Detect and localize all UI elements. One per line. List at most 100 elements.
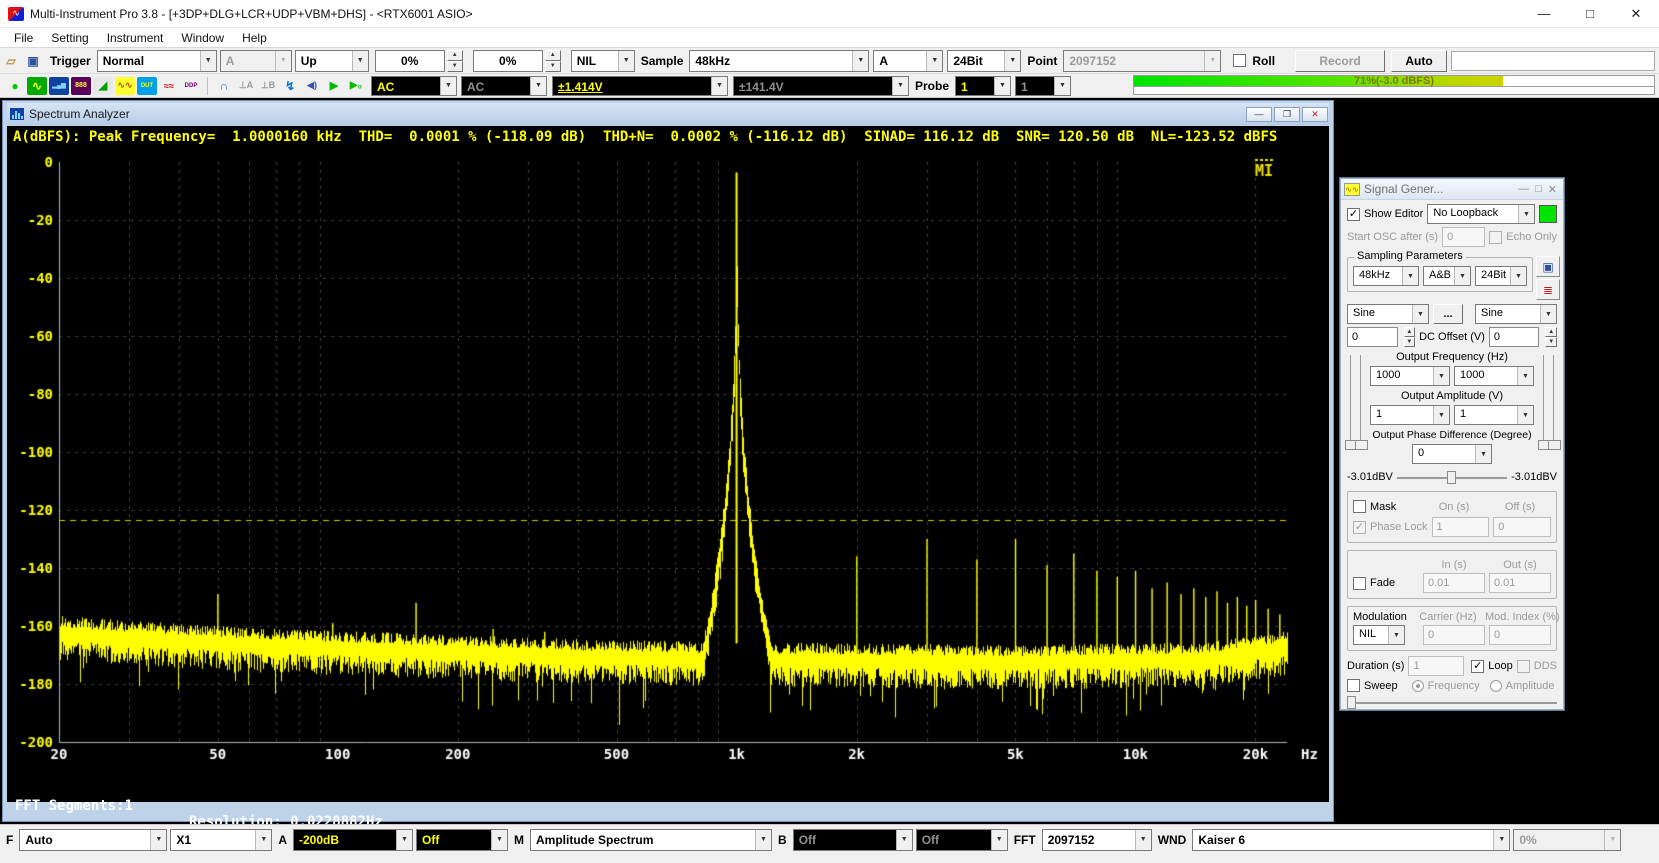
restore-icon[interactable]: ❐: [1274, 107, 1300, 122]
chevron-down-icon: ▼: [711, 77, 727, 95]
sample-bits-select[interactable]: 24Bit▼: [947, 50, 1021, 72]
phase-difference-select[interactable]: 0▼: [1412, 444, 1492, 464]
chevron-down-icon: ▼: [1518, 205, 1534, 223]
range-a-select[interactable]: ±1.414V▼: [552, 76, 728, 96]
menu-item-instrument[interactable]: Instrument: [99, 29, 172, 47]
chevron-down-icon: ▼: [755, 830, 771, 850]
menu-item-file[interactable]: File: [6, 29, 41, 47]
frequency-axis-select[interactable]: Auto▼: [19, 829, 167, 851]
spectrum-plot[interactable]: [7, 150, 1329, 778]
minimize-icon[interactable]: —: [1521, 0, 1567, 27]
reference-a-icon[interactable]: ⊥A: [236, 77, 256, 95]
auto-button[interactable]: Auto: [1391, 50, 1447, 72]
spectrum-analyzer-icon[interactable]: ▂▄▆: [49, 77, 69, 95]
spectrum-3d-plot-icon[interactable]: ◢: [93, 77, 113, 95]
menu-item-window[interactable]: Window: [173, 29, 232, 47]
toolbar-separator: [207, 77, 208, 95]
close-icon[interactable]: ✕: [1302, 107, 1328, 122]
sound-output-icon[interactable]: ◀): [302, 77, 322, 95]
ddp-viewer-icon[interactable]: DDP: [181, 77, 201, 95]
alarm-icon[interactable]: ∩: [214, 77, 234, 95]
amplitude-slider-a1[interactable]: [1350, 355, 1351, 450]
fade-checkbox[interactable]: [1353, 577, 1366, 590]
trigger-delay-stepper[interactable]: 0% ▲▼: [473, 50, 561, 72]
minimize-icon[interactable]: —: [1518, 183, 1529, 196]
trigger-edge-select[interactable]: Up▼: [295, 50, 369, 72]
reference-b-icon[interactable]: ⊥B: [258, 77, 278, 95]
a-reference-select[interactable]: Off▼: [416, 829, 508, 851]
sample-rate-select[interactable]: 48kHz▼: [689, 50, 869, 72]
b-range-select: Off▼: [793, 829, 913, 851]
echo-only-label: Echo Only: [1506, 231, 1557, 243]
window-function-select[interactable]: Kaiser 6▼: [1192, 829, 1510, 851]
math-label: M: [514, 833, 524, 847]
trigger-level-stepper[interactable]: 0% ▲▼: [375, 50, 463, 72]
spectrum-titlebar[interactable]: Spectrum Analyzer — ❐ ✕: [7, 103, 1329, 125]
amplitude-a-select[interactable]: 1▼: [1370, 405, 1450, 425]
sweep-checkbox[interactable]: [1347, 679, 1360, 692]
signal-generator-titlebar[interactable]: ∿∿ Signal Gener... — □ ✕: [1341, 179, 1563, 200]
amplitude-slider-b2[interactable]: [1553, 355, 1554, 450]
more-waveform-button[interactable]: ...: [1433, 304, 1463, 324]
coupling-a-select[interactable]: AC▼: [371, 76, 457, 96]
sample-label: Sample: [641, 54, 684, 68]
trigger-filter-select[interactable]: NIL▼: [571, 50, 635, 72]
sg-bits-select[interactable]: 24Bit▼: [1475, 266, 1527, 286]
start-stop-icon[interactable]: ●: [5, 77, 25, 95]
save-signal-icon[interactable]: ▣: [1536, 256, 1560, 277]
minimize-icon[interactable]: —: [1246, 107, 1272, 122]
dc-offset-a-stepper[interactable]: ▲▼: [1404, 327, 1416, 347]
sampling-parameters-group: Sampling Parameters 48kHz▼ A&B▼ 24Bit▼: [1347, 257, 1533, 292]
fft-size-select[interactable]: 2097152▼: [1042, 829, 1152, 851]
amplitude-slider-b1[interactable]: [1543, 355, 1544, 450]
maximize-icon[interactable]: □: [1535, 183, 1542, 196]
sample-channel-select[interactable]: A▼: [873, 50, 943, 72]
fade-out-field: 0.01: [1489, 573, 1551, 593]
dc-offset-a-field[interactable]: 0: [1347, 327, 1398, 347]
toolbar-view-fft: F Auto▼ X1▼ A -200dB▼ Off▼ M Amplitude S…: [0, 824, 1659, 854]
menu-item-help[interactable]: Help: [234, 29, 275, 47]
roll-checkbox[interactable]: [1233, 54, 1246, 67]
save-icon[interactable]: ▣: [23, 52, 43, 70]
signal-generator-icon[interactable]: ∿∿: [115, 77, 135, 95]
amplitude-slider-a2[interactable]: [1360, 355, 1361, 450]
loop-checkbox[interactable]: [1471, 660, 1484, 673]
play-loop-icon[interactable]: ▶₀: [346, 77, 366, 95]
loopback-select[interactable]: No Loopback▼: [1427, 204, 1535, 224]
run-indicator-button[interactable]: [1539, 205, 1557, 223]
a-range-select[interactable]: -200dB▼: [293, 829, 413, 851]
derived-data-point-icon[interactable]: ≈≈: [159, 77, 179, 95]
sg-sample-rate-select[interactable]: 48kHz▼: [1353, 266, 1419, 286]
zoom-factor-select[interactable]: X1▼: [170, 829, 272, 851]
chevron-down-icon: ▼: [896, 830, 912, 850]
signal-series-icon[interactable]: ≣: [1536, 279, 1560, 300]
mask-checkbox[interactable]: [1353, 500, 1366, 513]
menu-item-setting[interactable]: Setting: [43, 29, 96, 47]
balance-slider[interactable]: [1397, 470, 1507, 484]
multimeter-icon[interactable]: 888: [71, 77, 91, 95]
open-icon[interactable]: ▱: [1, 52, 21, 70]
probe-calibration-icon[interactable]: ↯: [280, 77, 300, 95]
spectrum-type-select[interactable]: Amplitude Spectrum▼: [530, 829, 772, 851]
modulation-select[interactable]: NIL▼: [1353, 625, 1405, 645]
frequency-a-select[interactable]: 1000▼: [1370, 366, 1450, 386]
amplitude-b-select[interactable]: 1▼: [1454, 405, 1534, 425]
dc-offset-b-stepper[interactable]: ▲▼: [1545, 327, 1557, 347]
device-test-plan-icon[interactable]: DUT: [137, 77, 157, 95]
play-icon[interactable]: ▶: [324, 77, 344, 95]
sg-channels-select[interactable]: A&B▼: [1423, 266, 1471, 286]
sweep-position-slider[interactable]: [1347, 695, 1557, 709]
maximize-icon[interactable]: □: [1567, 0, 1613, 27]
mask-group: Mask On (s) Off (s) Phase Lock 1 0: [1347, 491, 1557, 543]
dc-offset-b-field[interactable]: 0: [1489, 327, 1540, 347]
trigger-mode-select[interactable]: Normal▼: [97, 50, 217, 72]
close-icon[interactable]: ✕: [1613, 0, 1659, 27]
probe-a-select[interactable]: 1▼: [955, 76, 1011, 96]
frequency-b-select[interactable]: 1000▼: [1454, 366, 1534, 386]
waveform-a-select[interactable]: Sine▼: [1347, 304, 1429, 324]
show-editor-checkbox[interactable]: [1347, 208, 1360, 221]
waveform-b-select[interactable]: Sine▼: [1475, 304, 1557, 324]
channel-a-label: A: [278, 833, 287, 847]
oscilloscope-icon[interactable]: ∿: [27, 77, 47, 95]
close-icon[interactable]: ✕: [1548, 183, 1557, 196]
